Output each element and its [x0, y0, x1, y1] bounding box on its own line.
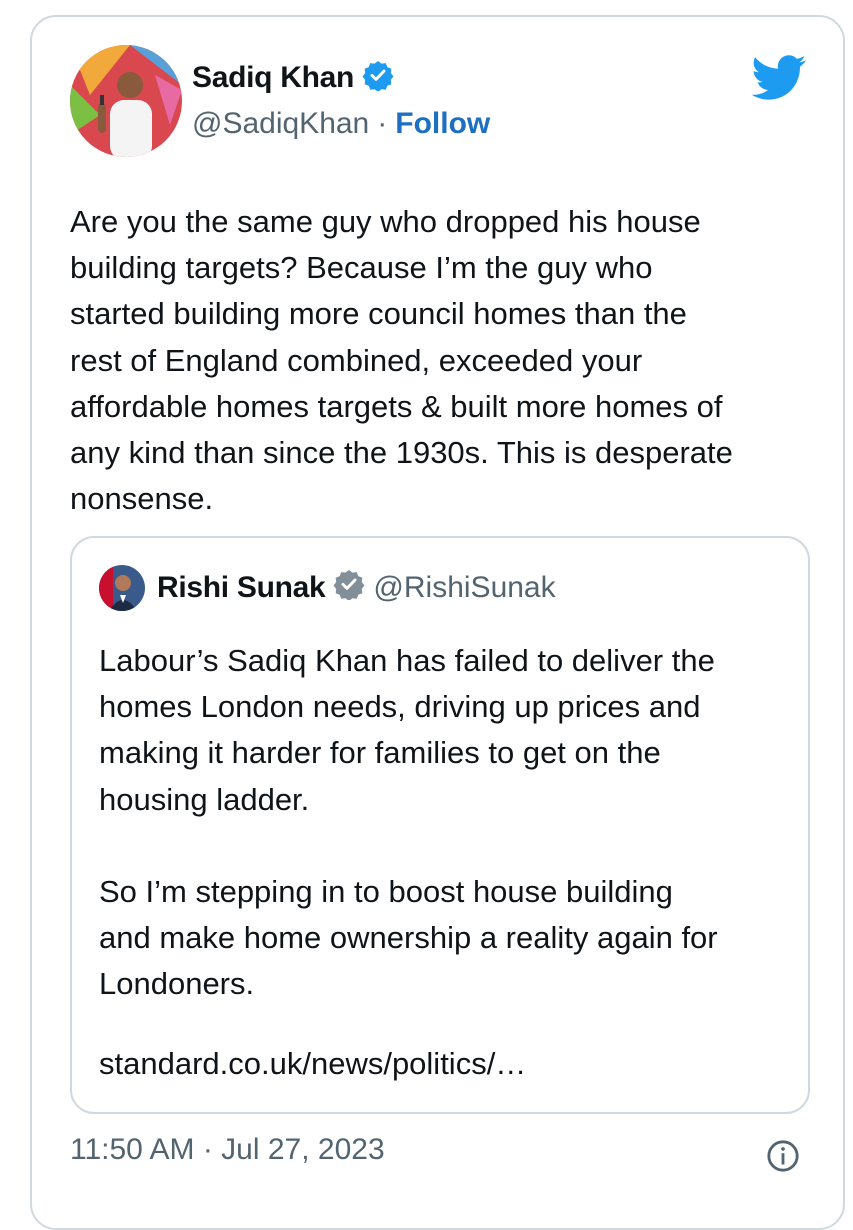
author-handle-row: @SadiqKhan · Follow [192, 107, 490, 141]
author-name-row: Sadiq Khan [192, 59, 394, 96]
tweet-text: Are you the same guy who dropped his hou… [70, 204, 733, 517]
quoted-author-name[interactable]: Rishi Sunak [157, 571, 326, 605]
verified-badge-icon [333, 568, 365, 608]
quoted-author-handle[interactable]: @RishiSunak [373, 571, 555, 605]
quoted-tweet[interactable]: Rishi Sunak @RishiSunak Labour’s Sadiq K… [70, 536, 810, 1114]
quoted-tweet-text: Labour’s Sadiq Khan has failed to delive… [99, 643, 718, 1002]
author-name[interactable]: Sadiq Khan [192, 61, 354, 95]
quoted-author-avatar[interactable] [99, 565, 145, 611]
tweet-card: Sadiq Khan @SadiqKhan · Follow Are you t… [30, 15, 845, 1230]
twitter-bird-icon[interactable] [751, 55, 807, 101]
author-handle[interactable]: @SadiqKhan [192, 107, 369, 141]
author-avatar[interactable] [70, 45, 182, 157]
quoted-link[interactable]: standard.co.uk/news/politics/… [99, 1041, 526, 1087]
info-icon[interactable] [766, 1139, 800, 1173]
quoted-header: Rishi Sunak @RishiSunak [157, 568, 556, 608]
follow-button[interactable]: Follow [395, 107, 490, 141]
tweet-timestamp[interactable]: 11:50 AM · Jul 27, 2023 [70, 1133, 385, 1167]
separator-dot: · [377, 107, 388, 140]
verified-badge-icon [362, 59, 394, 96]
